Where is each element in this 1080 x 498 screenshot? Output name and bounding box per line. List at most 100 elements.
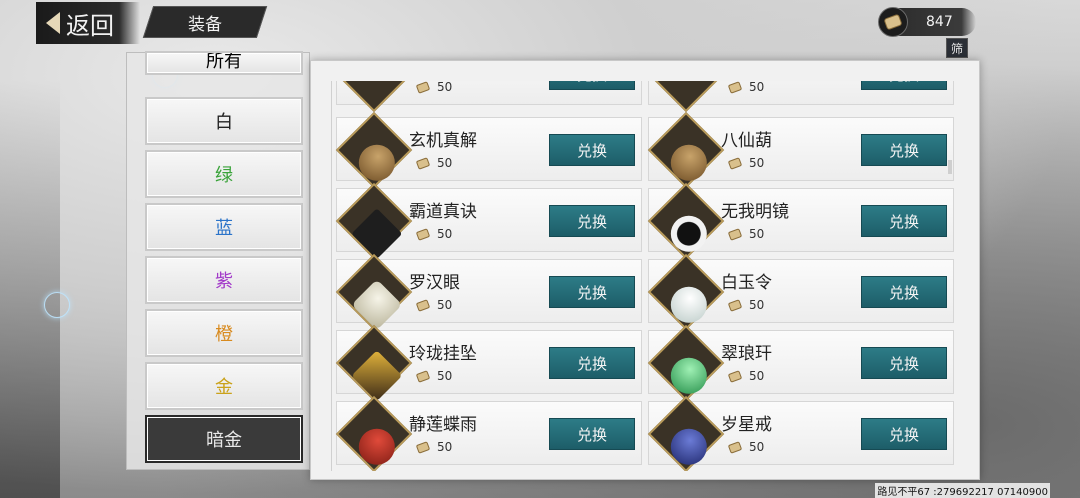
item-name: 翠琅玕 — [721, 344, 772, 364]
scroll-icon — [415, 81, 431, 94]
gourd-icon — [335, 111, 413, 189]
exchange-button[interactable]: 兑换 — [549, 276, 635, 308]
mirror-icon — [647, 182, 725, 260]
back-button[interactable]: 返回 — [36, 2, 140, 44]
item-cost: 50 — [415, 440, 452, 454]
book-icon — [335, 182, 413, 260]
item-cost: 50 — [415, 227, 452, 241]
tab-orange[interactable]: 橙 — [145, 309, 303, 357]
back-label: 返回 — [66, 11, 114, 40]
item-shop-panel: 50 兑换 50 兑换 玄机真解 50 兑换 八仙葫 50 兑换 霸道真诀 50… — [310, 60, 980, 480]
partial-item-icon — [647, 81, 725, 113]
item-grid: 50 兑换 50 兑换 玄机真解 50 兑换 八仙葫 50 兑换 霸道真诀 50… — [331, 81, 971, 471]
tab-label: 白 — [215, 112, 233, 133]
item-name: 罗汉眼 — [409, 273, 460, 293]
item-card: 玄机真解 50 兑换 — [335, 111, 642, 189]
scroll-icon — [727, 227, 743, 241]
watermark-text: 路见不平67 :279692217 07140900 — [875, 483, 1050, 498]
scroll-icon — [415, 156, 431, 170]
exchange-button[interactable]: 兑换 — [549, 205, 635, 237]
scrollbar[interactable] — [948, 160, 952, 174]
item-cost: 50 — [415, 298, 452, 312]
item-name: 无我明镜 — [721, 202, 789, 222]
exchange-button[interactable]: 兑换 — [861, 347, 947, 379]
item-cost: 50 — [727, 298, 764, 312]
partial-item-icon — [335, 81, 413, 113]
item-cost: 50 — [727, 440, 764, 454]
item-card: 无我明镜 50 兑换 — [647, 182, 954, 260]
item-name: 玄机真解 — [409, 131, 477, 151]
tab-label: 所有 — [206, 51, 242, 72]
currency-display: 847 — [878, 7, 976, 37]
item-card: 翠琅玕 50 兑换 — [647, 324, 954, 402]
scroll-icon — [415, 369, 431, 383]
item-card: 50 兑换 — [647, 81, 954, 113]
tab-label: 金 — [215, 377, 233, 398]
tab-label: 绿 — [215, 165, 233, 186]
tab-label: 紫 — [215, 271, 233, 292]
pouch-icon — [335, 395, 413, 471]
item-card: 岁星戒 50 兑换 — [647, 395, 954, 471]
item-cost: 50 — [415, 81, 452, 94]
tab-label: 橙 — [215, 324, 233, 345]
ring-icon — [647, 395, 725, 471]
item-name: 白玉令 — [721, 273, 772, 293]
sparkle-icon — [44, 292, 70, 318]
scroll-icon — [727, 156, 743, 170]
item-cost: 50 — [727, 227, 764, 241]
item-cost: 50 — [727, 156, 764, 170]
exchange-button[interactable]: 兑换 — [861, 418, 947, 450]
item-name: 岁星戒 — [721, 415, 772, 435]
exchange-button[interactable]: 兑换 — [549, 134, 635, 166]
scroll-icon — [878, 7, 908, 37]
exchange-button[interactable]: 兑换 — [861, 276, 947, 308]
page-title: 装备 — [188, 14, 222, 35]
item-name: 霸道真诀 — [409, 202, 477, 222]
exchange-button[interactable]: 兑换 — [861, 205, 947, 237]
scroll-icon — [415, 298, 431, 312]
exchange-button[interactable]: 兑换 — [549, 81, 635, 90]
tab-purple[interactable]: 紫 — [145, 256, 303, 304]
jade-stone-icon — [335, 253, 413, 331]
currency-value: 847 — [926, 14, 953, 30]
tab-dark-gold[interactable]: 暗金 — [145, 415, 303, 463]
item-name: 静莲蝶雨 — [409, 415, 477, 435]
item-card: 50 兑换 — [335, 81, 642, 113]
tab-gold[interactable]: 金 — [145, 362, 303, 410]
chevron-left-icon — [46, 12, 60, 34]
filter-button[interactable]: 筛 — [946, 38, 968, 58]
tab-blue[interactable]: 蓝 — [145, 203, 303, 251]
item-card: 玲珑挂坠 50 兑换 — [335, 324, 642, 402]
exchange-button[interactable]: 兑换 — [549, 347, 635, 379]
jade-token-icon — [647, 253, 725, 331]
scroll-icon — [415, 227, 431, 241]
item-card: 霸道真诀 50 兑换 — [335, 182, 642, 260]
item-cost: 50 — [415, 369, 452, 383]
exchange-button[interactable]: 兑换 — [549, 418, 635, 450]
scroll-icon — [727, 440, 743, 454]
tab-label: 蓝 — [215, 218, 233, 239]
tab-green[interactable]: 绿 — [145, 150, 303, 198]
item-card: 白玉令 50 兑换 — [647, 253, 954, 331]
item-cost: 50 — [415, 156, 452, 170]
scroll-icon — [415, 440, 431, 454]
item-card: 罗汉眼 50 兑换 — [335, 253, 642, 331]
item-cost: 50 — [727, 81, 764, 94]
jade-bead-icon — [647, 324, 725, 402]
item-card: 八仙葫 50 兑换 — [647, 111, 954, 189]
item-cost: 50 — [727, 369, 764, 383]
gourd-icon — [647, 111, 725, 189]
scroll-icon — [727, 298, 743, 312]
pendant-icon — [335, 324, 413, 402]
tab-white[interactable]: 白 — [145, 97, 303, 145]
item-name: 玲珑挂坠 — [409, 344, 477, 364]
item-name: 八仙葫 — [721, 131, 772, 151]
tab-label: 暗金 — [206, 430, 242, 451]
exchange-button[interactable]: 兑换 — [861, 81, 947, 90]
scroll-icon — [727, 369, 743, 383]
tab-all[interactable]: 所有 — [145, 51, 303, 75]
scroll-icon — [727, 81, 743, 94]
exchange-button[interactable]: 兑换 — [861, 134, 947, 166]
top-bar: 返回 装备 847 筛 — [0, 0, 1080, 58]
rarity-tab-list: 所有 白 绿 蓝 紫 橙 金 暗金 — [126, 51, 310, 470]
